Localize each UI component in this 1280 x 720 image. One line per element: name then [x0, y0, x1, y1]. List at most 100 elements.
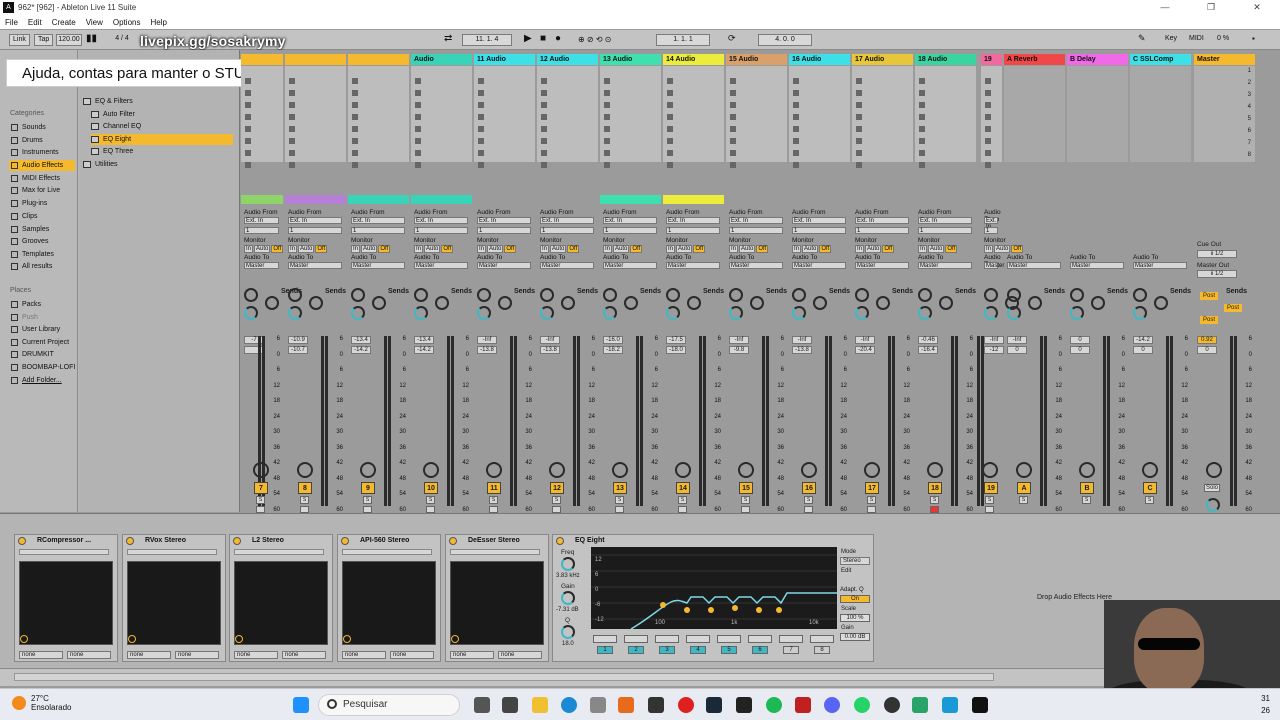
input-channel-select[interactable]: 1 [414, 227, 468, 234]
monitor-auto-button[interactable]: Auto [361, 245, 378, 253]
send-b-knob[interactable] [1133, 306, 1147, 320]
monitor-off-button[interactable]: Off [378, 245, 391, 253]
clip-slot-stop-button[interactable] [415, 126, 421, 132]
audio-to-select[interactable]: Master [1007, 262, 1061, 269]
browser-category-item[interactable]: Plug-ins [11, 198, 77, 209]
browser-place-item[interactable]: Current Project [11, 337, 77, 348]
clip-slot-stop-button[interactable] [730, 126, 736, 132]
clip-slot-stop-button[interactable] [667, 150, 673, 156]
pan-knob[interactable] [561, 296, 575, 310]
browser-category-item[interactable]: Clips [11, 211, 77, 222]
send-a-knob[interactable] [729, 288, 743, 302]
pan-knob[interactable] [1154, 296, 1168, 310]
pan-knob[interactable] [738, 462, 754, 478]
clip-slot-stop-button[interactable] [919, 78, 925, 84]
audio-from-select[interactable]: Ext. In [540, 217, 594, 224]
clip-slot-stop-button[interactable] [919, 138, 925, 144]
clip-slot-stop-button[interactable] [667, 126, 673, 132]
clip-slot-stop-button[interactable] [985, 162, 991, 168]
clip-slot-stop-button[interactable] [985, 78, 991, 84]
eq-band-filter-select[interactable] [686, 635, 710, 643]
send-a-knob[interactable] [984, 288, 998, 302]
track-activator-button[interactable]: B [1080, 482, 1094, 494]
track-header[interactable]: 14 Audio [663, 54, 724, 65]
monitor-auto-button[interactable]: Auto [676, 245, 693, 253]
menu-create[interactable]: Create [47, 18, 81, 27]
edge-icon[interactable] [561, 697, 577, 713]
send-b-knob[interactable] [918, 306, 932, 320]
task-view-icon[interactable] [474, 697, 490, 713]
clip-slot-stop-button[interactable] [415, 78, 421, 84]
monitor-auto-button[interactable]: Auto [739, 245, 756, 253]
app-icon[interactable] [648, 697, 664, 713]
input-channel-select[interactable]: 1 [792, 227, 846, 234]
send-a-knob[interactable] [244, 288, 258, 302]
plugin-param-select[interactable]: none [282, 651, 326, 659]
monitor-off-button[interactable]: Off [315, 245, 328, 253]
audio-to-select[interactable]: Master [288, 262, 342, 269]
input-channel-select[interactable]: 1 [351, 227, 405, 234]
app-icon[interactable] [590, 697, 606, 713]
solo-mode-button[interactable]: Solo [1204, 484, 1221, 492]
audio-from-select[interactable]: Ext. In [288, 217, 342, 224]
send-b-knob[interactable] [1070, 306, 1084, 320]
device-power-icon[interactable] [126, 537, 134, 545]
arm-button[interactable] [489, 506, 498, 513]
obs-icon[interactable] [884, 697, 900, 713]
solo-button[interactable]: S [867, 496, 876, 504]
loop-icon[interactable]: ⟳ [728, 33, 736, 44]
clip-slot-stop-button[interactable] [604, 126, 610, 132]
clip-slot-stop-button[interactable] [793, 78, 799, 84]
eq-band-toggle[interactable]: 1 [597, 646, 613, 654]
input-channel-select[interactable]: 1 [729, 227, 783, 234]
play-icon[interactable]: ▶ [524, 33, 532, 44]
eq-band-toggle[interactable]: 7 [783, 646, 799, 654]
clip-slot-stop-button[interactable] [415, 102, 421, 108]
clip-slot-stop-button[interactable] [919, 150, 925, 156]
arm-button[interactable] [867, 506, 876, 513]
clip-slot-stop-button[interactable] [245, 78, 251, 84]
volume-field[interactable]: -7 [244, 336, 264, 344]
browser-tree-item[interactable]: EQ Three [91, 146, 233, 157]
arm-button[interactable] [930, 506, 939, 513]
close-button[interactable]: ✕ [1234, 0, 1280, 15]
clip-slot-stop-button[interactable] [730, 78, 736, 84]
master-header[interactable]: Master [1194, 54, 1255, 65]
menu-view[interactable]: View [81, 18, 108, 27]
track-header[interactable]: 12 Audio [537, 54, 598, 65]
pan-knob[interactable] [265, 296, 279, 310]
clip-slot-stop-button[interactable] [856, 78, 862, 84]
browser-category-item[interactable]: Sounds [11, 122, 77, 133]
app-icon[interactable] [942, 697, 958, 713]
taskbar-search[interactable]: Pesquisar [318, 694, 460, 716]
monitor-in-button[interactable]: In [414, 245, 424, 253]
send-b-knob[interactable] [1007, 306, 1021, 320]
clip-slot-stop-button[interactable] [415, 138, 421, 144]
post-toggle[interactable]: Post [1224, 304, 1242, 312]
clip-slot-stop-button[interactable] [541, 102, 547, 108]
volume-field[interactable]: -17.5 [666, 336, 686, 344]
monitor-in-button[interactable]: In [855, 245, 865, 253]
send-b-knob[interactable] [984, 306, 998, 320]
tap-button[interactable]: Tap [34, 34, 54, 46]
send-a-knob[interactable] [414, 288, 428, 302]
clip-slot-stop-button[interactable] [289, 90, 295, 96]
track-activator-button[interactable]: 19 [984, 482, 998, 494]
audio-from-select[interactable]: Ext. In [855, 217, 909, 224]
send-b-knob[interactable] [477, 306, 491, 320]
system-clock[interactable]: 31 26 [1261, 693, 1270, 717]
arm-button[interactable] [615, 506, 624, 513]
clip-slot-stop-button[interactable] [604, 162, 610, 168]
browser-category-item[interactable]: Audio Effects [9, 160, 75, 171]
volume-field[interactable]: -0.46 [918, 336, 938, 344]
app-icon[interactable] [912, 697, 928, 713]
plugin-param-select[interactable]: none [498, 651, 542, 659]
track-header[interactable]: C SSLComp Stere [1130, 54, 1191, 74]
clip-bar[interactable] [663, 195, 724, 204]
clip-slot-stop-button[interactable] [604, 78, 610, 84]
horizontal-scrollbar[interactable] [14, 673, 994, 681]
volume-field[interactable]: -Inf [729, 336, 749, 344]
plugin-param-select[interactable]: none [175, 651, 219, 659]
app-icon[interactable] [502, 697, 518, 713]
pan-knob[interactable] [687, 296, 701, 310]
